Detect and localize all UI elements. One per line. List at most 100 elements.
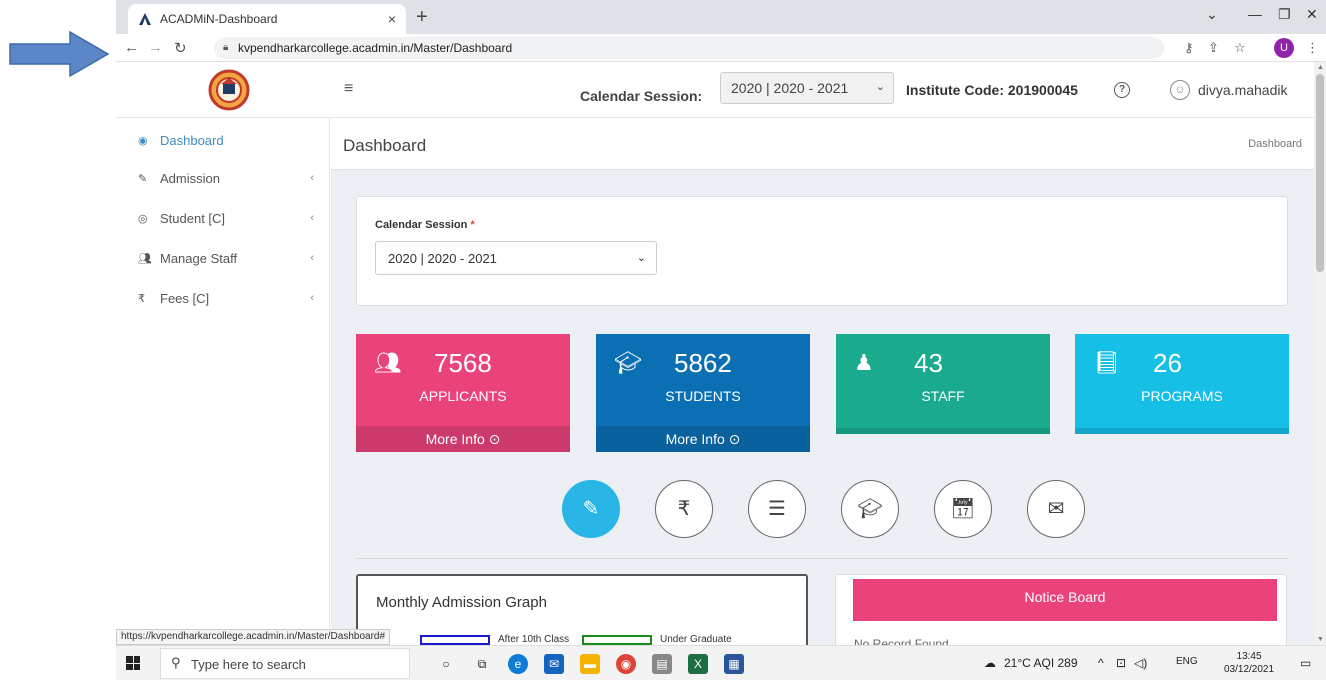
message-quick-button[interactable]: ✉ xyxy=(1027,480,1085,538)
user-icon[interactable]: ☺ xyxy=(1170,80,1190,100)
app-icon[interactable]: ▤ xyxy=(652,654,672,674)
new-tab-button[interactable]: + xyxy=(416,6,428,29)
calendar-session-value: 2020 | 2020 - 2021 xyxy=(731,80,849,96)
sidebar-item-admission[interactable]: ✎ Admission ‹ xyxy=(138,168,314,188)
dashboard-icon: ◉ xyxy=(138,134,148,147)
chrome-icon[interactable]: ◉ xyxy=(616,654,636,674)
more-info-link[interactable]: More Info ⊙ xyxy=(596,426,810,452)
notice-board: Notice Board No Record Found xyxy=(835,574,1287,645)
windows-start-icon[interactable] xyxy=(126,656,140,670)
sidebar-item-student[interactable]: ◎ Student [C] ‹ xyxy=(138,208,314,228)
browser-tab[interactable]: ACADMiN-Dashboard × xyxy=(128,4,406,34)
legend-label: After 10th Class xyxy=(498,634,570,645)
back-icon[interactable]: ← xyxy=(124,39,139,56)
admission-quick-button[interactable]: ✎ xyxy=(562,480,620,538)
list-icon: ☰ xyxy=(768,498,786,520)
app-window-icon[interactable]: ▦ xyxy=(724,654,744,674)
filter-label: Calendar Session * xyxy=(375,219,475,231)
sidebar-item-manage-staff[interactable]: 👥︎ Manage Staff ‹ xyxy=(138,248,314,268)
calendar-check-icon: 📅︎ xyxy=(950,498,976,520)
language-indicator[interactable]: ENG xyxy=(1176,656,1198,667)
attendance-quick-button[interactable]: 📅︎ xyxy=(934,480,992,538)
mail-icon[interactable]: ✉ xyxy=(544,654,564,674)
more-menu-icon[interactable]: ⋮ xyxy=(1306,40,1319,56)
share-icon[interactable]: ⇪ xyxy=(1208,40,1219,56)
card-label: STAFF xyxy=(921,388,965,404)
app-header: ≡ Calendar Session: 2020 | 2020 - 2021 ⌄… xyxy=(116,62,1326,118)
list-quick-button[interactable]: ☰ xyxy=(748,480,806,538)
restore-icon[interactable]: ❐ xyxy=(1278,6,1291,23)
students-card: 🎓︎ 5862 STUDENTS More Info ⊙ xyxy=(596,334,810,452)
programs-card: 📘︎ 26 PROGRAMS xyxy=(1075,334,1289,434)
notification-icon[interactable]: ▭ xyxy=(1300,656,1311,670)
legend-swatch xyxy=(420,634,490,645)
sidebar-item-fees[interactable]: ₹ Fees [C] ‹ xyxy=(138,288,314,308)
sidebar-item-dashboard[interactable]: ◉ Dashboard xyxy=(138,130,314,150)
person-icon: ♟ xyxy=(854,350,874,375)
help-icon[interactable]: ? xyxy=(1114,82,1130,98)
calendar-session-select[interactable]: 2020 | 2020 - 2021 ⌄ xyxy=(720,72,894,104)
card-footer-strip xyxy=(1075,428,1289,434)
hamburger-menu-icon[interactable]: ≡ xyxy=(344,80,353,98)
card-label: PROGRAMS xyxy=(1141,388,1223,404)
edit-icon: ✎ xyxy=(582,498,600,520)
profile-avatar[interactable]: U xyxy=(1274,38,1294,58)
username[interactable]: divya.mahadik xyxy=(1198,82,1288,98)
minimize-icon[interactable]: — xyxy=(1248,6,1262,22)
session-select[interactable]: 2020 | 2020 - 2021 ⌄ xyxy=(375,241,657,275)
forward-icon[interactable]: → xyxy=(148,39,163,56)
scroll-up-icon[interactable]: ▲ xyxy=(1317,64,1324,71)
edge-icon[interactable]: e xyxy=(508,654,528,674)
graph-title: Monthly Admission Graph xyxy=(376,594,547,611)
weather-text[interactable]: 21°C AQI 289 xyxy=(1004,656,1078,670)
breadcrumb[interactable]: Dashboard xyxy=(1248,138,1302,150)
legend-item: After 10th Class xyxy=(420,634,569,645)
clock-time: 13:45 xyxy=(1236,651,1262,662)
scroll-thumb[interactable] xyxy=(1316,74,1324,272)
task-view-icon[interactable]: ⧉ xyxy=(472,654,492,674)
sidebar: ◉ Dashboard ✎ Admission ‹ ◎ Student [C] … xyxy=(116,118,330,645)
tab-close-icon[interactable]: × xyxy=(388,11,396,27)
scroll-down-icon[interactable]: ▼ xyxy=(1317,636,1324,643)
sidebar-item-label: Student [C] xyxy=(160,210,226,226)
monthly-admission-graph: Monthly Admission Graph After 10th Class… xyxy=(356,574,808,645)
volume-icon[interactable]: ◁) xyxy=(1134,656,1147,670)
key-icon[interactable]: ⚷ xyxy=(1184,40,1194,56)
close-window-icon[interactable]: ✕ xyxy=(1306,6,1318,23)
fees-quick-button[interactable]: ₹ xyxy=(655,480,713,538)
chevron-down-icon: ⌄ xyxy=(875,81,885,93)
users-icon: 👥︎ xyxy=(374,350,402,375)
cortana-icon[interactable]: ○ xyxy=(436,654,456,674)
graduation-cap-icon: 🎓︎ xyxy=(614,350,642,375)
envelope-icon: ✉ xyxy=(1047,498,1065,520)
tab-search-chevron-icon[interactable]: ⌄ xyxy=(1206,6,1218,23)
page-scrollbar[interactable]: ▲ ▼ xyxy=(1314,62,1326,645)
students-quick-button[interactable]: 🎓︎ xyxy=(841,480,899,538)
weather-icon[interactable]: ☁ xyxy=(984,656,996,670)
chevron-left-icon: ‹ xyxy=(310,172,314,184)
sidebar-item-label: Fees [C] xyxy=(160,290,210,306)
card-value: 26 xyxy=(1153,348,1182,378)
tray-chevron-icon[interactable]: ^ xyxy=(1098,656,1104,670)
excel-icon[interactable]: X xyxy=(688,654,708,674)
file-explorer-icon[interactable]: ▬ xyxy=(580,654,600,674)
clock[interactable]: 13:45 03/12/2021 xyxy=(1224,650,1274,676)
acadmin-logo-icon xyxy=(139,13,151,25)
main-content: Dashboard Dashboard Calendar Session * 2… xyxy=(331,118,1314,645)
card-label: STUDENTS xyxy=(665,388,741,404)
more-info-link[interactable]: More Info ⊙ xyxy=(356,426,570,452)
card-value: 43 xyxy=(914,348,943,378)
bookmark-star-icon[interactable]: ☆ xyxy=(1234,40,1246,56)
search-placeholder: Type here to search xyxy=(191,657,306,672)
network-icon[interactable]: ⊡ xyxy=(1116,656,1126,670)
clock-date: 03/12/2021 xyxy=(1224,664,1275,675)
address-bar[interactable]: 🔒︎ kvpendharkarcollege.acadmin.in/Master… xyxy=(214,37,1164,59)
sidebar-item-label: Dashboard xyxy=(160,132,224,148)
chevron-left-icon: ‹ xyxy=(310,292,314,304)
users-icon: 👥︎ xyxy=(138,252,152,265)
card-label: APPLICANTS xyxy=(419,388,507,404)
reload-icon[interactable]: ↻ xyxy=(174,39,187,57)
edit-icon: ✎ xyxy=(138,172,148,185)
taskbar-search-input[interactable]: ⚲ Type here to search xyxy=(160,648,410,679)
card-value: 5862 xyxy=(674,348,732,378)
